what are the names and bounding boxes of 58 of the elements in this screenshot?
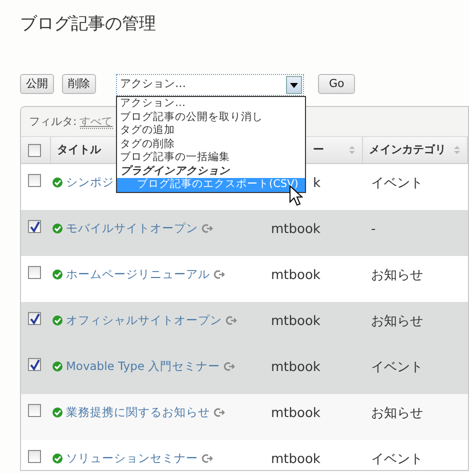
author-text: mtbook [271,360,320,376]
category-text: - [371,222,376,238]
checkmark-icon [29,359,41,372]
checkbox[interactable] [28,450,41,464]
checkbox[interactable] [28,174,41,188]
action-select[interactable]: アクション… [116,74,304,96]
check-circle-icon [52,177,63,188]
author-text: k [313,176,321,192]
publish-button[interactable]: 公開 [20,74,54,94]
delete-button[interactable]: 削除 [62,74,96,94]
column-header[interactable]: メインカテゴリ [369,142,446,159]
sort-icon [453,145,461,156]
category-text: お知らせ [371,314,423,330]
category-text: お知らせ [371,268,423,284]
check-circle-icon [52,223,63,234]
checkbox[interactable] [28,144,41,157]
author-text: mtbook [271,406,320,422]
circular-arrow-icon [201,223,213,234]
checkbox[interactable] [28,404,41,418]
entry-title-link[interactable]: ホームページリニューアル [66,266,210,284]
dropdown-option[interactable]: アクション… [117,97,305,111]
circular-arrow-icon [213,407,225,418]
column-header[interactable]: タイトル [57,142,101,159]
sort-icon [348,145,356,156]
author-text: mtbook [271,314,320,330]
category-text: イベント [371,176,423,192]
category-text: イベント [371,360,423,376]
author-text: mtbook [271,268,320,284]
page-title: ブログ記事の管理 [20,14,157,34]
dropdown-option[interactable]: タグの削除 [117,138,305,152]
check-circle-icon [52,453,63,464]
checkbox[interactable] [28,266,41,280]
author-text: mtbook [271,222,320,238]
circular-arrow-icon [201,453,213,464]
category-text: お知らせ [371,406,423,422]
checkbox[interactable] [28,358,41,372]
checkbox[interactable] [28,220,41,234]
author-text: mtbook [271,452,320,468]
dropdown-option[interactable]: ブログ記事の一括編集 [117,151,305,165]
filter-label: フィルタ: [29,114,77,130]
dropdown-option[interactable]: タグの追加 [117,124,305,138]
checkmark-icon [29,221,41,234]
circular-arrow-icon [223,361,236,372]
circular-arrow-icon [213,269,225,280]
option-group-label: プラグインアクション [119,164,231,178]
go-button[interactable]: Go [318,74,356,94]
check-circle-icon [52,407,63,418]
checkmark-icon [29,313,41,326]
checkbox[interactable] [28,312,41,326]
dropdown-option[interactable]: ブログ記事の公開を取り消し [117,110,305,124]
circular-arrow-icon [225,315,237,326]
entry-title-link[interactable]: 業務提携に関するお知らせ [66,404,210,422]
check-circle-icon [52,361,63,372]
check-circle-icon [52,315,63,326]
check-circle-icon [52,269,63,280]
entry-title-link[interactable]: ソリューションセミナー [66,450,198,468]
entry-title-link[interactable]: シンポジ [66,174,114,192]
category-text: イベント [371,452,423,468]
